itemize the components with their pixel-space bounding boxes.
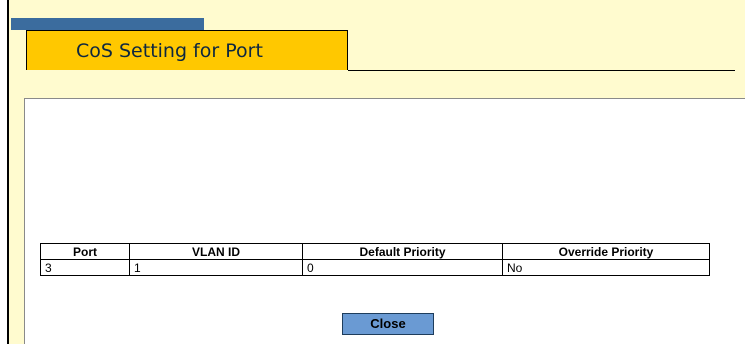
cell-vlan-id: 1	[129, 259, 303, 276]
header-port: Port	[40, 243, 130, 260]
close-button[interactable]: Close	[342, 313, 434, 335]
cell-override-priority: No	[502, 259, 710, 276]
content-panel: Port VLAN ID Default Priority Override P…	[24, 98, 745, 344]
tab-strip-bar	[11, 18, 204, 30]
header-default-priority: Default Priority	[302, 243, 503, 260]
cell-default-priority: 0	[302, 259, 503, 276]
header-override-priority: Override Priority	[502, 243, 710, 260]
cell-port: 3	[40, 259, 130, 276]
title-divider	[348, 70, 735, 71]
header-vlan-id: VLAN ID	[129, 243, 303, 260]
title-tab: CoS Setting for Port	[26, 30, 348, 70]
table-row: 3 1 0 No	[40, 259, 710, 276]
table-header-row: Port VLAN ID Default Priority Override P…	[40, 243, 710, 260]
page-title: CoS Setting for Port	[76, 40, 263, 62]
cos-port-table: Port VLAN ID Default Priority Override P…	[40, 243, 710, 276]
cos-setting-window: CoS Setting for Port Port VLAN ID Defaul…	[7, 0, 745, 344]
